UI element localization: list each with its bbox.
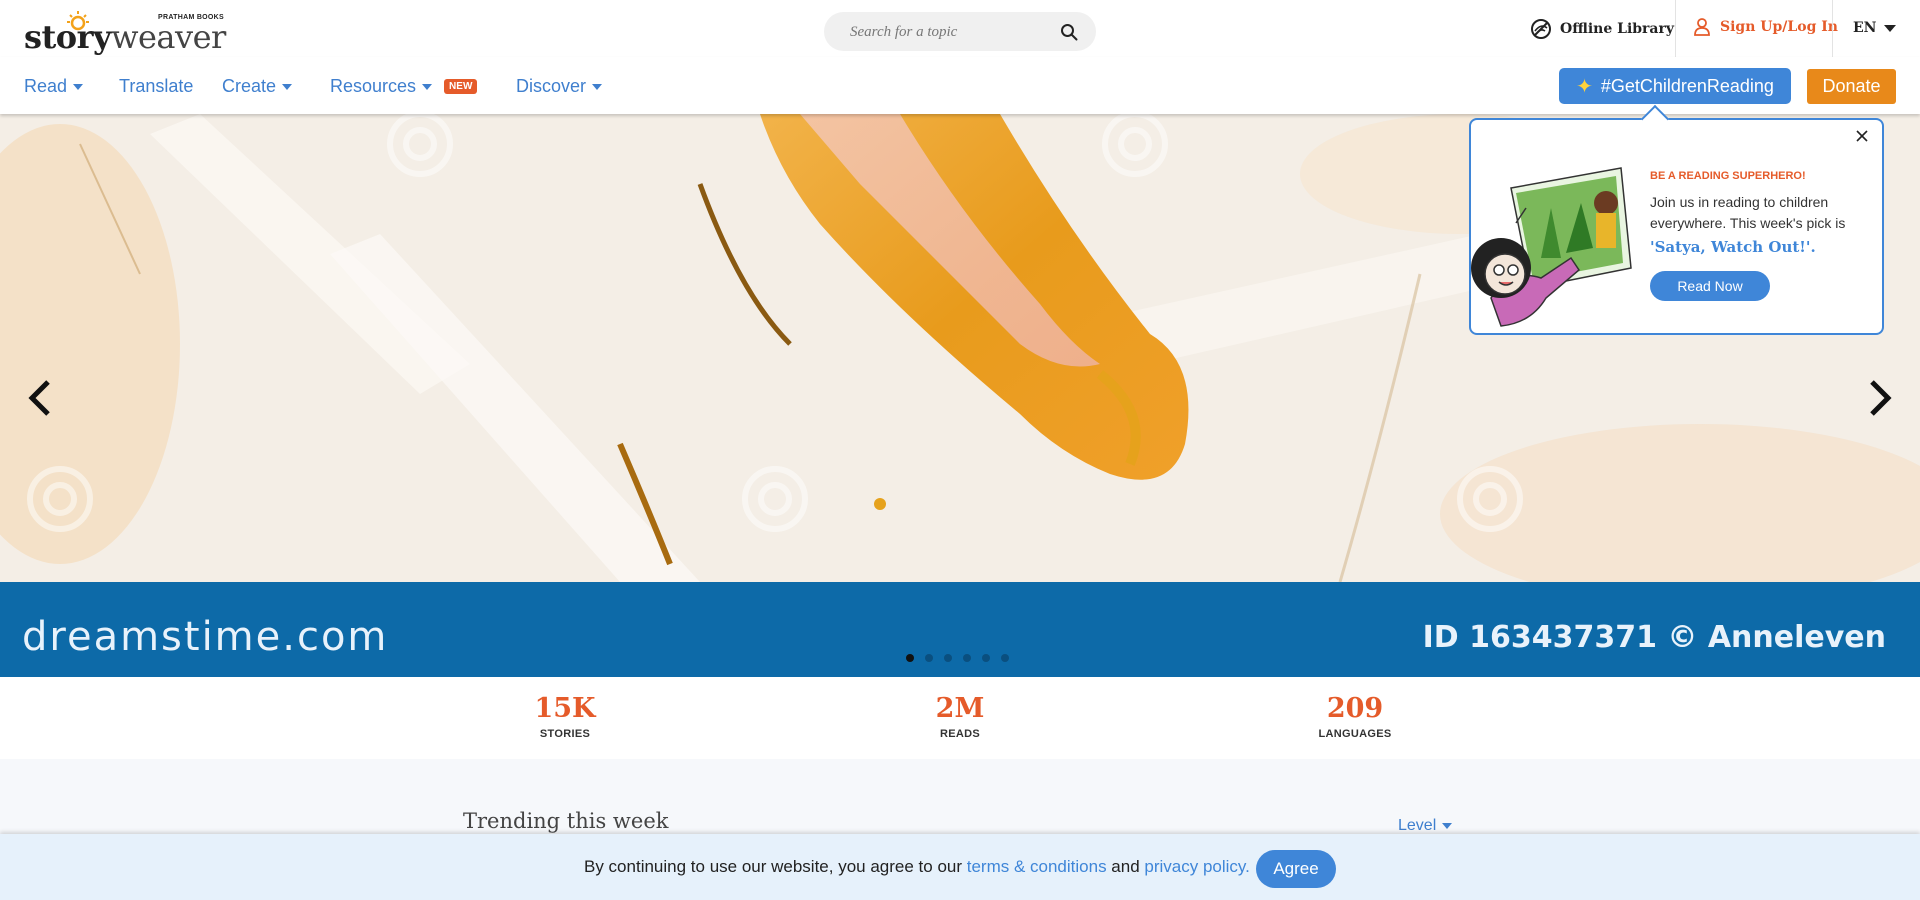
terms-link[interactable]: terms & conditions xyxy=(967,857,1107,876)
chevron-down-icon xyxy=(422,83,433,90)
user-icon xyxy=(1694,18,1710,36)
top-header: PRATHAM BOOKS storyweaver Offline Librar… xyxy=(0,0,1920,58)
header-divider xyxy=(1675,0,1676,57)
nav-read[interactable]: Read xyxy=(24,76,84,97)
language-selector[interactable]: EN xyxy=(1853,20,1897,36)
cookie-banner: By continuing to use our website, you ag… xyxy=(0,834,1920,900)
watermark-brand: dreamstime.com xyxy=(22,614,389,660)
stat-reads: 2M READS xyxy=(880,693,1040,740)
nav-translate[interactable]: Translate xyxy=(119,76,193,97)
carousel-dot[interactable] xyxy=(906,654,914,662)
new-badge: NEW xyxy=(444,79,478,94)
stat-stories: 15K STORIES xyxy=(485,693,645,740)
carousel-next-arrow[interactable] xyxy=(1860,372,1900,424)
carousel-dot[interactable] xyxy=(925,654,933,662)
nav-discover[interactable]: Discover xyxy=(516,76,603,97)
cookie-text-middle: and xyxy=(1106,857,1145,876)
popover-kicker: BE A READING SUPERHERO! xyxy=(1650,170,1806,182)
offline-library-link[interactable]: Offline Library xyxy=(1530,18,1674,40)
nav-resources[interactable]: Resources NEW xyxy=(330,76,478,97)
carousel-dot[interactable] xyxy=(944,654,952,662)
search-input[interactable] xyxy=(848,21,1052,43)
agree-button[interactable]: Agree xyxy=(1256,850,1336,888)
read-now-button[interactable]: Read Now xyxy=(1650,271,1770,301)
sparkle-icon: ✦ xyxy=(1576,75,1593,98)
popover-book-pick[interactable]: 'Satya, Watch Out!'. xyxy=(1650,238,1816,256)
nav-read-label: Read xyxy=(24,76,68,96)
trending-title: Trending this week xyxy=(463,809,669,833)
reading-superhero-popover: BE A READING SUPERHERO! Join us in readi… xyxy=(1469,104,1884,335)
nav-discover-label: Discover xyxy=(516,76,587,96)
nav-resources-label: Resources xyxy=(330,76,417,96)
carousel-dot[interactable] xyxy=(963,654,971,662)
chevron-down-icon xyxy=(73,83,84,90)
logo-text: storyweaver xyxy=(24,18,226,56)
nav-create-label: Create xyxy=(222,76,277,96)
donate-button[interactable]: Donate xyxy=(1807,69,1896,104)
offline-library-label: Offline Library xyxy=(1560,21,1675,37)
stat-value: 2M xyxy=(935,693,985,724)
carousel-dot[interactable] xyxy=(982,654,990,662)
cookie-message: By continuing to use our website, you ag… xyxy=(584,857,1250,877)
chevron-down-icon xyxy=(1442,823,1453,829)
stat-label: LANGUAGES xyxy=(1318,728,1392,740)
offline-icon xyxy=(1531,19,1551,39)
carousel-dot[interactable] xyxy=(1001,654,1009,662)
nav-create[interactable]: Create xyxy=(222,76,293,97)
logo-story: story xyxy=(24,18,112,56)
storyweaver-logo[interactable]: PRATHAM BOOKS storyweaver xyxy=(24,8,226,56)
header-divider xyxy=(1832,0,1833,57)
close-icon[interactable] xyxy=(1854,128,1870,144)
stat-label: STORIES xyxy=(539,728,591,740)
get-children-reading-label: #GetChildrenReading xyxy=(1600,75,1774,96)
carousel-prev-arrow[interactable] xyxy=(20,372,60,424)
get-children-reading-button[interactable]: ✦ #GetChildrenReading xyxy=(1559,68,1791,104)
chevron-down-icon xyxy=(282,83,293,90)
stat-value: 15K xyxy=(534,693,596,724)
stat-value: 209 xyxy=(1326,693,1384,724)
popover-body: Join us in reading to children everywher… xyxy=(1650,194,1846,231)
signup-login-link[interactable]: Sign Up/Log In xyxy=(1694,18,1838,36)
logo-weaver: weaver xyxy=(111,18,226,56)
stat-languages: 209 LANGUAGES xyxy=(1275,693,1435,740)
carousel-dots xyxy=(906,654,1009,662)
language-label: EN xyxy=(1853,20,1877,36)
nav-translate-label: Translate xyxy=(119,76,194,96)
superhero-illustration xyxy=(1471,167,1632,327)
signup-login-label: Sign Up/Log In xyxy=(1720,19,1838,35)
chevron-down-icon xyxy=(592,83,603,90)
search-box xyxy=(824,12,1096,51)
chevron-down-icon xyxy=(1884,24,1897,32)
stats-row: 15K STORIES 2M READS 209 LANGUAGES xyxy=(0,677,1920,759)
watermark-id: ID 163437371 © Anneleven xyxy=(1422,620,1886,655)
level-filter[interactable]: Level xyxy=(1398,817,1453,835)
stat-label: READS xyxy=(939,728,980,740)
level-filter-label: Level xyxy=(1398,817,1437,834)
cookie-text-before: By continuing to use our website, you ag… xyxy=(584,857,967,876)
search-icon[interactable] xyxy=(1060,23,1078,41)
privacy-link[interactable]: privacy policy. xyxy=(1144,857,1250,876)
